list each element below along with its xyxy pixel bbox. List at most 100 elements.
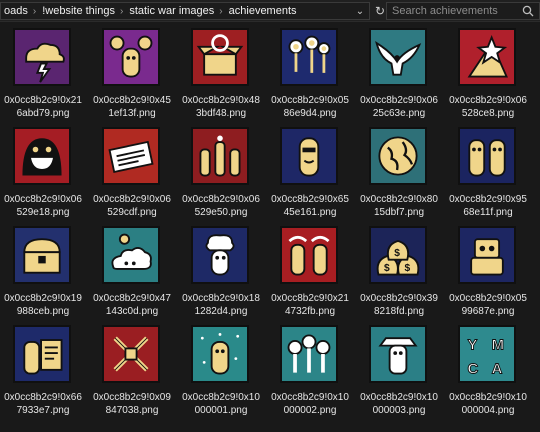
file-name-line: 0x0cc8b2c9!0x66	[4, 392, 82, 403]
file-name[interactable]: 0x0cc8b2c9!0x10 000003.png	[356, 391, 442, 417]
file-thumbnail[interactable]	[102, 127, 160, 185]
file-thumbnail[interactable]	[13, 325, 71, 383]
file-item[interactable]: 0x0cc8b2c9!0x05 86e9d4.png	[267, 24, 353, 124]
file-item[interactable]: Y M C A 0x0cc8b2c9!0x10 000004.png	[445, 321, 531, 421]
file-thumbnail[interactable]	[458, 226, 516, 284]
treasure-chest-icon	[23, 238, 61, 274]
breadcrumb[interactable]: oads › !website things › static war imag…	[0, 2, 370, 20]
file-thumbnail[interactable]	[13, 28, 71, 86]
file-name[interactable]: 0x0cc8b2c9!0x45 1ef13f.png	[89, 94, 175, 120]
breadcrumb-item[interactable]: static war images	[126, 5, 216, 17]
file-item[interactable]: 0x0cc8b2c9!0x06 528ce8.png	[445, 24, 531, 124]
file-thumbnail[interactable]	[369, 28, 427, 86]
svg-text:$: $	[405, 263, 411, 274]
file-item[interactable]: 0x0cc8b2c9!0x47 143c0d.png	[89, 222, 175, 322]
file-item[interactable]: 0x0cc8b2c9!0x45 1ef13f.png	[89, 24, 175, 124]
file-item[interactable]: 0x0cc8b2c9!0x48 3bdf48.png	[178, 24, 264, 124]
file-name[interactable]: 0x0cc8b2c9!0x06 25c63e.png	[356, 94, 442, 120]
file-item[interactable]: 0x0cc8b2c9!0x10 000003.png	[356, 321, 442, 421]
file-item[interactable]: 0x0cc8b2c9!0x06 529e18.png	[0, 123, 86, 223]
file-thumbnail[interactable]	[191, 226, 249, 284]
file-name-line: 0x0cc8b2c9!0x48	[182, 95, 260, 106]
file-thumbnail[interactable]: YMCA	[458, 325, 516, 383]
file-item[interactable]: 0x0cc8b2c9!0x66 7933e7.png	[0, 321, 86, 421]
file-name[interactable]: 0x0cc8b2c9!0x18 1282d4.png	[178, 292, 264, 318]
file-thumbnail[interactable]	[191, 28, 249, 86]
file-name[interactable]: 0x0cc8b2c9!0x05 86e9d4.png	[267, 94, 353, 120]
svg-text:M: M	[492, 337, 504, 353]
file-thumbnail[interactable]	[280, 28, 338, 86]
file-thumbnail[interactable]: $ $ $	[369, 226, 427, 284]
file-thumbnail[interactable]	[280, 325, 338, 383]
file-item[interactable]: 0x0cc8b2c9!0x09 847038.png	[89, 321, 175, 421]
file-name-line: 0x0cc8b2c9!0x21	[4, 95, 82, 106]
file-name-line: 528ce8.png	[461, 108, 515, 119]
file-item[interactable]: 0x0cc8b2c9!0x05 99687e.png	[445, 222, 531, 322]
file-thumbnail[interactable]	[280, 226, 338, 284]
file-thumbnail[interactable]	[191, 127, 249, 185]
file-name[interactable]: 0x0cc8b2c9!0x39 8218fd.png	[356, 292, 442, 318]
file-name[interactable]: 0x0cc8b2c9!0x06 528ce8.png	[445, 94, 531, 120]
file-thumbnail[interactable]	[280, 127, 338, 185]
file-name[interactable]: 0x0cc8b2c9!0x21 4732fb.png	[267, 292, 353, 318]
file-item[interactable]: 0x0cc8b2c9!0x18 1282d4.png	[178, 222, 264, 322]
file-name[interactable]: 0x0cc8b2c9!0x10 000001.png	[178, 391, 264, 417]
file-name[interactable]: 0x0cc8b2c9!0x47 143c0d.png	[89, 292, 175, 318]
file-name-line: 0x0cc8b2c9!0x05	[271, 95, 349, 106]
chevron-down-icon[interactable]: ⌄	[352, 3, 368, 19]
file-name[interactable]: 0x0cc8b2c9!0x19 988ceb.png	[0, 292, 86, 318]
file-name-line: 0x0cc8b2c9!0x06	[93, 194, 171, 205]
file-name[interactable]: 0x0cc8b2c9!0x66 7933e7.png	[0, 391, 86, 417]
breadcrumb-item[interactable]: !website things	[39, 5, 117, 17]
file-item[interactable]: 0x0cc8b2c9!0x65 45e161.png	[267, 123, 353, 223]
file-thumbnail[interactable]	[13, 127, 71, 185]
file-thumbnail[interactable]	[369, 325, 427, 383]
file-name[interactable]: 0x0cc8b2c9!0x65 45e161.png	[267, 193, 353, 219]
breadcrumb-item[interactable]: oads	[1, 5, 30, 17]
search-input[interactable]	[386, 2, 540, 20]
file-item[interactable]: 0x0cc8b2c9!0x10 000002.png	[267, 321, 353, 421]
file-name-line: 0x0cc8b2c9!0x06	[360, 95, 438, 106]
file-thumbnail[interactable]	[458, 28, 516, 86]
file-item[interactable]: 0x0cc8b2c9!0x06 529cdf.png	[89, 123, 175, 223]
document-soldier-icon	[23, 339, 63, 375]
file-name-line: 0x0cc8b2c9!0x47	[93, 293, 171, 304]
file-thumbnail[interactable]	[191, 325, 249, 383]
money-bag-figure-icon	[109, 35, 153, 78]
file-item[interactable]: 0x0cc8b2c9!0x19 988ceb.png	[0, 222, 86, 322]
file-item[interactable]: 0x0cc8b2c9!0x80 15dbf7.png	[356, 123, 442, 223]
breadcrumb-item[interactable]: achievements	[226, 5, 299, 17]
file-item[interactable]: 0x0cc8b2c9!0x06 529e50.png	[178, 123, 264, 223]
file-thumbnail[interactable]	[369, 127, 427, 185]
file-thumbnail[interactable]	[102, 226, 160, 284]
file-item[interactable]: 0x0cc8b2c9!0x10 000001.png	[178, 321, 264, 421]
file-item[interactable]: 0x0cc8b2c9!0x21 6abd79.png	[0, 24, 86, 124]
file-thumbnail[interactable]	[458, 127, 516, 185]
file-name[interactable]: 0x0cc8b2c9!0x10 000002.png	[267, 391, 353, 417]
file-thumbnail[interactable]	[102, 28, 160, 86]
file-name[interactable]: 0x0cc8b2c9!0x10 000004.png	[445, 391, 531, 417]
file-name[interactable]: 0x0cc8b2c9!0x95 68e11f.png	[445, 193, 531, 219]
file-name[interactable]: 0x0cc8b2c9!0x80 15dbf7.png	[356, 193, 442, 219]
file-item[interactable]: $ $ $ 0x0cc8b2c9!0x39 8218fd.png	[356, 222, 442, 322]
file-name-line: 847038.png	[105, 405, 159, 416]
file-name[interactable]: 0x0cc8b2c9!0x06 529e18.png	[0, 193, 86, 219]
file-item[interactable]: 0x0cc8b2c9!0x95 68e11f.png	[445, 123, 531, 223]
file-name[interactable]: 0x0cc8b2c9!0x06 529cdf.png	[89, 193, 175, 219]
file-thumbnail[interactable]	[13, 226, 71, 284]
file-thumbnail[interactable]	[102, 325, 160, 383]
chevron-right-icon: ›	[219, 5, 223, 17]
search-icon	[522, 5, 534, 17]
crossed-swords-icon	[113, 336, 149, 372]
file-name[interactable]: 0x0cc8b2c9!0x06 529e50.png	[178, 193, 264, 219]
file-name[interactable]: 0x0cc8b2c9!0x05 99687e.png	[445, 292, 531, 318]
file-item[interactable]: 0x0cc8b2c9!0x06 25c63e.png	[356, 24, 442, 124]
file-name-line: 529e50.png	[194, 207, 248, 218]
file-name[interactable]: 0x0cc8b2c9!0x09 847038.png	[89, 391, 175, 417]
file-name-line: 0x0cc8b2c9!0x06	[449, 95, 527, 106]
file-name[interactable]: 0x0cc8b2c9!0x48 3bdf48.png	[178, 94, 264, 120]
file-item[interactable]: 0x0cc8b2c9!0x21 4732fb.png	[267, 222, 353, 322]
file-name-line: 1ef13f.png	[108, 108, 156, 119]
file-name[interactable]: 0x0cc8b2c9!0x21 6abd79.png	[0, 94, 86, 120]
file-name-line: 4732fb.png	[284, 306, 336, 317]
